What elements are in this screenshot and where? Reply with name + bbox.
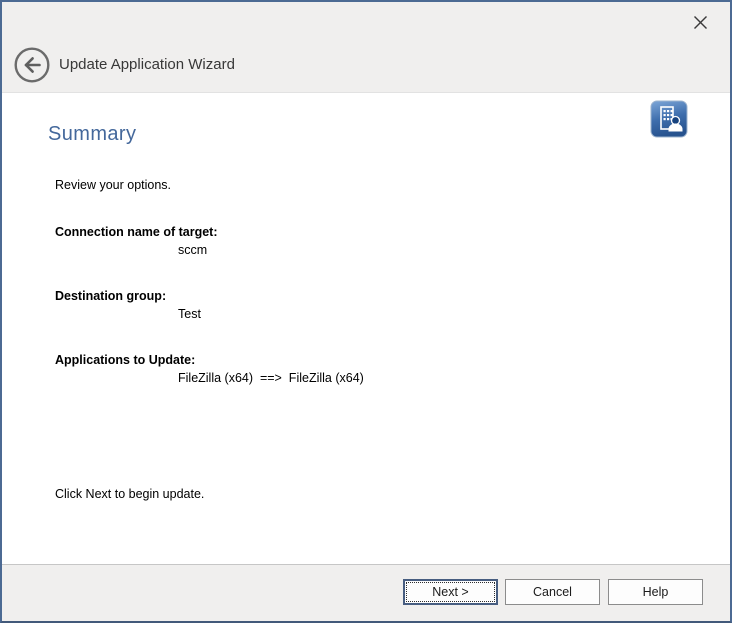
- back-arrow-icon: [13, 46, 51, 84]
- intro-text: Review your options.: [55, 178, 171, 192]
- wizard-window: Update Application Wizard Summary: [0, 0, 732, 623]
- destination-group-value: Test: [178, 307, 201, 321]
- wizard-page: Summary: [2, 93, 730, 563]
- close-button[interactable]: [688, 10, 712, 34]
- wizard-title: Update Application Wizard: [59, 56, 235, 73]
- application-user-icon: [650, 100, 688, 138]
- destination-group-label: Destination group:: [55, 289, 166, 303]
- applications-to-update-value: FileZilla (x64) ==> FileZilla (x64): [178, 371, 364, 385]
- page-title: Summary: [48, 123, 136, 146]
- cancel-button[interactable]: Cancel: [505, 579, 600, 605]
- next-instruction-text: Click Next to begin update.: [55, 487, 204, 501]
- next-button[interactable]: Next >: [403, 579, 498, 605]
- applications-to-update-label: Applications to Update:: [55, 353, 195, 367]
- connection-name-label: Connection name of target:: [55, 225, 218, 239]
- button-bar: Next > Cancel Help: [2, 564, 730, 621]
- back-button[interactable]: [13, 46, 51, 84]
- wizard-header: Update Application Wizard: [2, 2, 730, 93]
- help-button[interactable]: Help: [608, 579, 703, 605]
- connection-name-value: sccm: [178, 243, 207, 257]
- close-icon: [692, 14, 709, 31]
